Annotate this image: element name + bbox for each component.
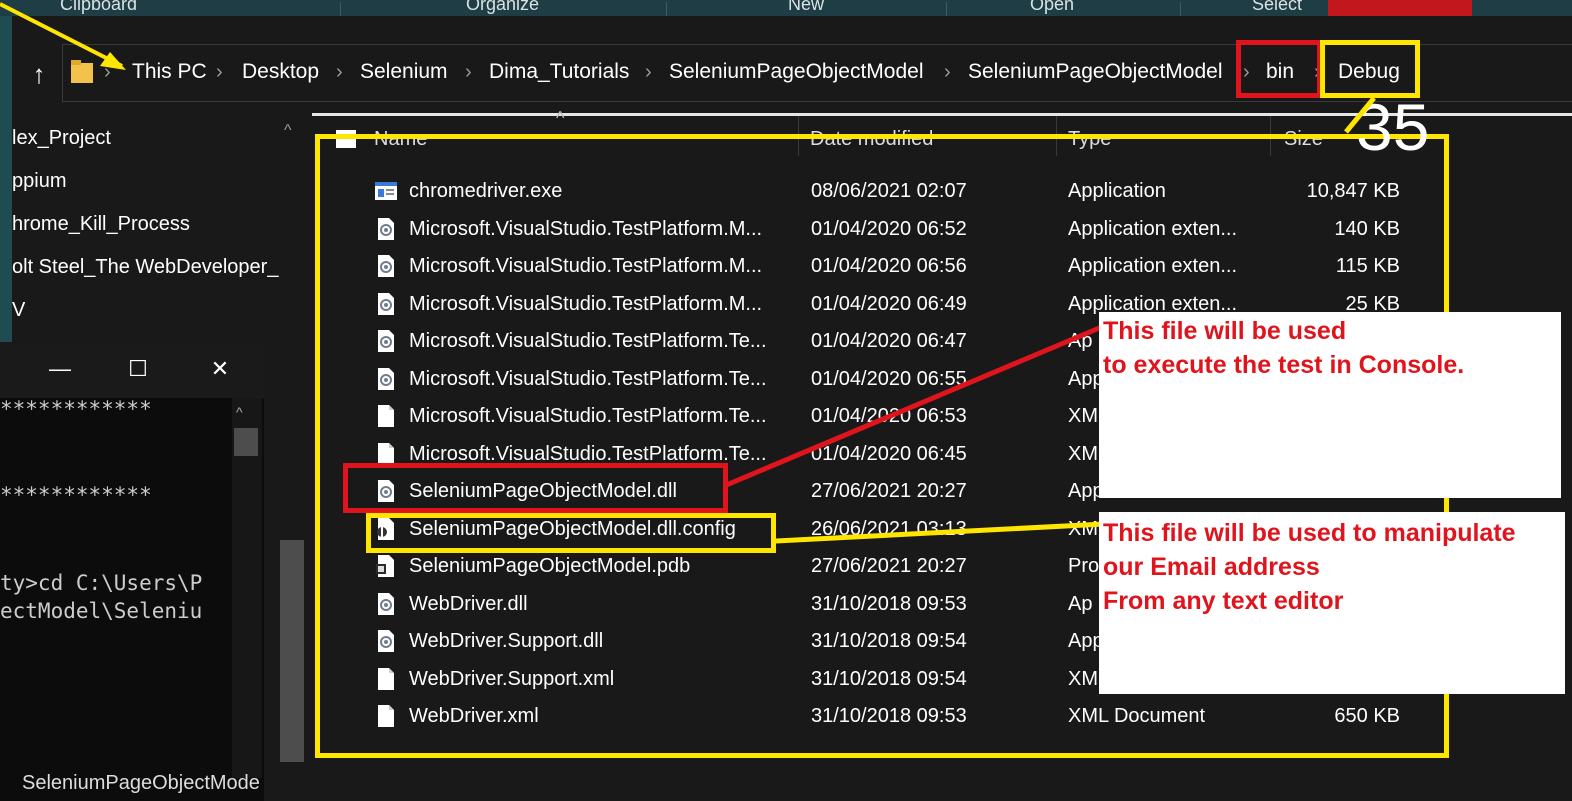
nav-scrollbar-thumb[interactable] (280, 540, 304, 762)
console-line: ty>cd C:\Users\P (0, 571, 203, 595)
chevron-right-icon[interactable]: › (465, 58, 472, 86)
chevron-right-icon[interactable]: › (944, 58, 951, 86)
minimize-icon[interactable]: — (40, 354, 80, 384)
nav-item[interactable]: olt Steel_The WebDeveloper_ (12, 254, 278, 280)
note-config-line: our Email address (1103, 553, 1320, 581)
nav-item[interactable]: V (12, 297, 25, 323)
step-number: 35 (1356, 90, 1430, 164)
nav-item[interactable]: ppium (12, 168, 66, 194)
chevron-right-icon[interactable]: › (216, 58, 223, 86)
note-dll-line: This file will be used (1103, 317, 1347, 345)
ribbon-group-open: Open (1030, 0, 1075, 14)
close-strip[interactable] (1328, 0, 1472, 16)
chevron-up-icon[interactable]: ^ (236, 404, 243, 420)
console-line: ectModel\Seleniu (0, 599, 203, 623)
chevron-up-icon[interactable]: ^ (284, 122, 292, 140)
console-scrollbar-thumb[interactable] (234, 428, 258, 456)
note-config-line: This file will be used to manipulate (1103, 519, 1516, 547)
ribbon-group-clipboard: Clipboard (60, 0, 138, 14)
breadcrumb-project-folder[interactable]: SeleniumPageObjectModel (968, 58, 1222, 86)
folder-icon (71, 60, 93, 83)
ribbon-divider (946, 2, 947, 16)
chevron-right-icon[interactable]: › (104, 58, 111, 86)
up-arrow-icon[interactable]: ↑ (24, 56, 54, 92)
highlight-bin (1236, 40, 1322, 98)
sort-caret-icon: ^ (556, 108, 565, 128)
chevron-right-icon[interactable]: › (645, 58, 652, 86)
ribbon-group-select: Select (1252, 0, 1303, 14)
breadcrumb-solution-folder[interactable]: SeleniumPageObjectModel (669, 58, 923, 86)
ribbon-group-new: New (788, 0, 825, 14)
note-dll-line: to execute the test in Console. (1103, 351, 1465, 379)
highlight-config (366, 513, 776, 553)
ribbon-group-organize: Organize (466, 0, 540, 14)
chevron-right-icon[interactable]: › (336, 58, 343, 86)
nav-item[interactable]: SeleniumPageObjectMode (22, 772, 260, 795)
note-dll: This file will be used to execute the te… (1099, 312, 1561, 498)
console-line: ************ (0, 397, 152, 421)
nav-item[interactable]: hrome_Kill_Process (12, 211, 190, 237)
breadcrumb-dima-tutorials[interactable]: Dima_Tutorials (489, 58, 629, 86)
breadcrumb-this-pc[interactable]: This PC (132, 58, 207, 86)
maximize-icon[interactable]: ☐ (118, 354, 158, 384)
note-config-line: From any text editor (1103, 587, 1344, 615)
ribbon-divider (666, 2, 667, 16)
close-icon[interactable]: ✕ (200, 354, 240, 384)
note-config: This file will be used to manipulate our… (1099, 512, 1565, 694)
ribbon-divider (1180, 2, 1181, 16)
ribbon-divider (340, 2, 341, 16)
nav-item[interactable]: lex_Project (12, 125, 111, 151)
highlight-dll (343, 463, 728, 513)
breadcrumb-selenium[interactable]: Selenium (360, 58, 448, 86)
breadcrumb-desktop[interactable]: Desktop (242, 58, 319, 86)
console-line: ************ (0, 483, 152, 507)
